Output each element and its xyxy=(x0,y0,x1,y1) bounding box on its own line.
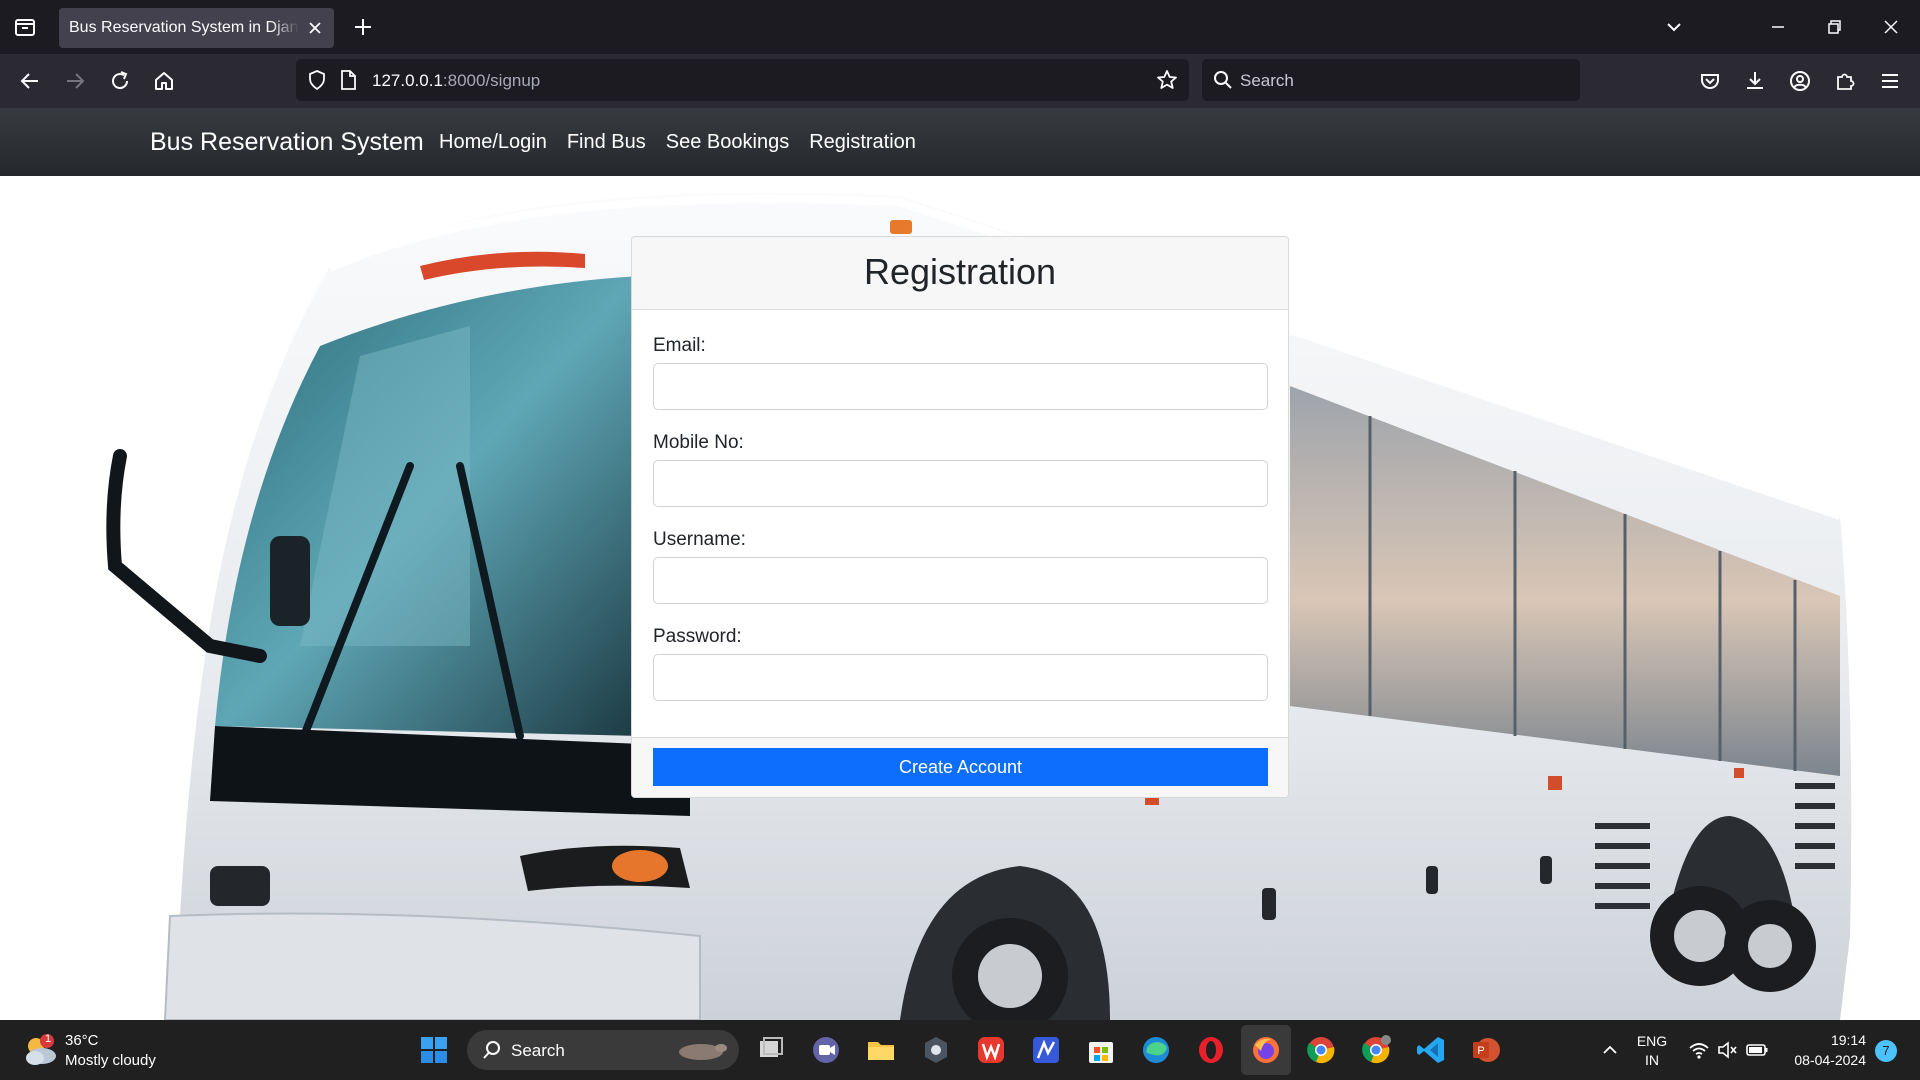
browser-toolbar: 127.0.0.1:8000/signup Search xyxy=(0,54,1920,108)
volume-muted-icon[interactable] xyxy=(1716,1040,1738,1060)
notification-badge[interactable]: 7 xyxy=(1875,1040,1897,1062)
weather-widget[interactable]: 1 36°C Mostly cloudy xyxy=(22,1030,202,1072)
chrome-profile-icon[interactable] xyxy=(1359,1033,1393,1067)
site-brand[interactable]: Bus Reservation System xyxy=(150,128,424,157)
window-close-icon[interactable] xyxy=(1878,14,1904,40)
math-app-icon[interactable] xyxy=(1029,1033,1063,1067)
bookmark-star-icon[interactable] xyxy=(1155,68,1179,92)
mobile-label: Mobile No: xyxy=(653,432,744,453)
nav-link-find-bus[interactable]: Find Bus xyxy=(567,131,646,154)
svg-text:P: P xyxy=(1477,1045,1484,1057)
username-label: Username: xyxy=(653,529,746,550)
battery-icon[interactable] xyxy=(1745,1040,1769,1060)
taskbar-search-label: Search xyxy=(511,1041,565,1060)
browser-tab-active[interactable]: Bus Reservation System in Django Framewo… xyxy=(59,8,334,48)
edge-browser-icon[interactable] xyxy=(1139,1033,1173,1067)
restore-icon[interactable] xyxy=(1821,14,1847,40)
list-all-tabs-icon[interactable] xyxy=(1661,14,1687,40)
card-footer: Create Account xyxy=(632,737,1288,797)
opera-browser-icon[interactable] xyxy=(1194,1033,1228,1067)
search-icon xyxy=(483,1041,500,1059)
nav-link-see-bookings[interactable]: See Bookings xyxy=(666,131,789,154)
menu-icon[interactable] xyxy=(1877,68,1903,94)
powerpoint-icon[interactable]: P xyxy=(1469,1033,1503,1067)
url-text[interactable]: 127.0.0.1:8000/signup xyxy=(372,71,540,91)
registration-title: Registration xyxy=(863,251,1057,292)
clock-time[interactable]: 19:14 xyxy=(1782,1032,1866,1048)
home-icon[interactable] xyxy=(151,68,177,94)
search-placeholder: Search xyxy=(1240,71,1294,90)
new-tab-icon[interactable] xyxy=(350,14,376,40)
nav-link-home-login[interactable]: Home/Login xyxy=(439,131,547,154)
forward-icon[interactable] xyxy=(62,68,88,94)
microsoft-store-icon[interactable] xyxy=(1084,1033,1118,1067)
reload-icon[interactable] xyxy=(107,68,133,94)
teams-chat-icon[interactable] xyxy=(809,1033,843,1067)
url-path: :8000/signup xyxy=(442,71,541,90)
email-field[interactable] xyxy=(653,363,1268,410)
url-host: 127.0.0.1 xyxy=(372,71,443,90)
back-icon[interactable] xyxy=(17,68,43,94)
mobile-field[interactable] xyxy=(653,460,1268,507)
pocket-icon[interactable] xyxy=(1697,68,1723,94)
search-highlight-icon xyxy=(679,1044,727,1060)
site-navbar: Bus Reservation System Home/Login Find B… xyxy=(0,108,1920,176)
task-view-icon[interactable] xyxy=(754,1033,788,1067)
taskbar-search[interactable]: Search xyxy=(467,1030,739,1070)
password-label: Password: xyxy=(653,626,742,647)
file-explorer-icon[interactable] xyxy=(864,1033,898,1067)
windows-taskbar: 1 36°C Mostly cloudy Search P ENG IN 19:… xyxy=(0,1020,1920,1080)
settings-app-icon[interactable] xyxy=(919,1033,953,1067)
email-label: Email: xyxy=(653,335,706,356)
tab-title: Bus Reservation System in Django Framewo… xyxy=(69,19,299,36)
username-field[interactable] xyxy=(653,557,1268,604)
shield-icon[interactable] xyxy=(306,69,328,91)
weather-temperature: 36°C xyxy=(65,1032,99,1049)
search-icon xyxy=(1214,71,1232,89)
password-field[interactable] xyxy=(653,654,1268,701)
site-nav-links: Home/Login Find Bus See Bookings Registr… xyxy=(439,131,916,154)
account-icon[interactable] xyxy=(1787,68,1813,94)
downloads-icon[interactable] xyxy=(1742,68,1768,94)
registration-card: Registration Email: Mobile No: Username:… xyxy=(631,236,1289,798)
create-account-button[interactable]: Create Account xyxy=(653,748,1268,786)
nav-link-registration[interactable]: Registration xyxy=(809,131,916,154)
wps-office-icon[interactable] xyxy=(974,1033,1008,1067)
card-header: Registration xyxy=(632,237,1288,310)
wifi-icon[interactable] xyxy=(1688,1040,1710,1060)
search-bar[interactable]: Search xyxy=(1202,59,1580,101)
minimize-icon[interactable] xyxy=(1765,14,1791,40)
windows-start-icon[interactable] xyxy=(417,1033,451,1067)
extensions-icon[interactable] xyxy=(1832,68,1858,94)
web-page: Bus Reservation System Home/Login Find B… xyxy=(0,108,1920,1020)
browser-tab-bar: Bus Reservation System in Django Framewo… xyxy=(0,0,1920,54)
region-indicator[interactable]: IN xyxy=(1632,1052,1672,1068)
tab-list-icon[interactable] xyxy=(12,14,38,40)
vscode-icon[interactable] xyxy=(1414,1033,1448,1067)
close-icon[interactable] xyxy=(306,19,324,37)
address-bar[interactable]: 127.0.0.1:8000/signup xyxy=(296,59,1189,101)
firefox-browser-icon[interactable] xyxy=(1249,1033,1283,1067)
clock-date[interactable]: 08-04-2024 xyxy=(1782,1052,1866,1068)
weather-badge: 1 xyxy=(44,1033,52,1045)
language-indicator[interactable]: ENG xyxy=(1632,1033,1672,1049)
weather-description: Mostly cloudy xyxy=(65,1052,156,1069)
chevron-up-icon[interactable] xyxy=(1600,1040,1620,1060)
page-icon[interactable] xyxy=(338,69,358,91)
chrome-browser-icon[interactable] xyxy=(1304,1033,1338,1067)
